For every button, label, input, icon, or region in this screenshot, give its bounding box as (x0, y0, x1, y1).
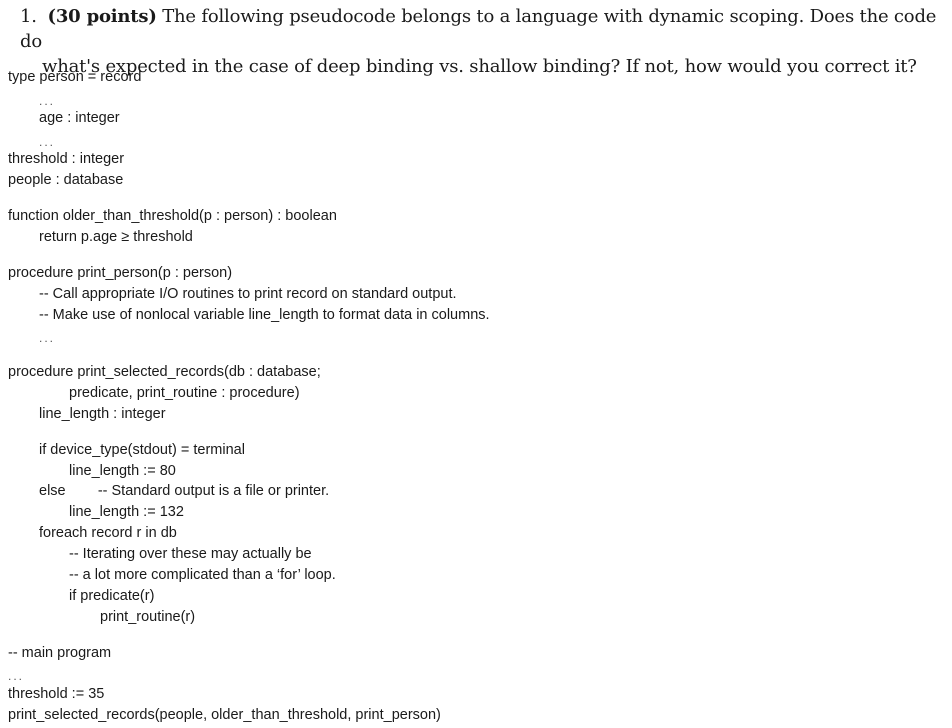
code-line-params: predicate, print_routine : procedure) (69, 385, 300, 401)
question-number: 1. (20, 6, 37, 27)
code-line-line-length-decl: line_length : integer (39, 406, 166, 422)
question-points: (30 points) (47, 6, 157, 27)
code-line-age: age : integer (39, 110, 120, 126)
code-line-procedure-print-selected-records: procedure print_selected_records(db : da… (8, 364, 321, 380)
question-text-line-2: what's expected in the case of deep bind… (42, 56, 917, 77)
code-line-comment: -- Make use of nonlocal variable line_le… (39, 307, 490, 323)
code-line-function-older-than-threshold: function older_than_threshold(p : person… (8, 208, 337, 224)
code-line-if-device-type: if device_type(stdout) = terminal (39, 442, 245, 458)
code-line-ellipsis: ... (39, 331, 56, 345)
question-line-2: what's expected in the case of deep bind… (20, 54, 950, 79)
code-line-procedure-print-person: procedure print_person(p : person) (8, 265, 233, 281)
code-line-comment: -- Call appropriate I/O routines to prin… (39, 286, 457, 302)
code-line-main-call: print_selected_records(people, older_tha… (8, 707, 441, 723)
code-line-if-predicate: if predicate(r) (69, 588, 155, 604)
code-line-threshold-decl: threshold : integer (8, 151, 125, 167)
code-line-line-length-80: line_length := 80 (69, 463, 176, 479)
code-line-ellipsis: ... (8, 669, 25, 683)
code-line-line-length-132: line_length := 132 (69, 504, 184, 520)
code-line-type-person: type person = record (8, 69, 142, 85)
question-line-1: 1. (30 points) The following pseudocode … (20, 4, 950, 54)
code-line-ellipsis: ... (39, 94, 56, 108)
code-line-main-program-comment: -- main program (8, 645, 112, 661)
code-line-comment: -- a lot more complicated than a ‘for’ l… (69, 567, 336, 583)
code-line-print-routine-call: print_routine(r) (100, 609, 196, 625)
question-text-line-1: The following pseudocode belongs to a la… (20, 6, 937, 52)
code-line-people-decl: people : database (8, 172, 124, 188)
code-line-else: else -- Standard output is a file or pri… (39, 483, 330, 499)
code-line-threshold-assign: threshold := 35 (8, 686, 105, 702)
code-line-ellipsis: ... (39, 135, 56, 149)
code-line-return: return p.age ≥ threshold (39, 229, 193, 245)
question-prompt: 1. (30 points) The following pseudocode … (20, 4, 950, 79)
code-line-comment: -- Iterating over these may actually be (69, 546, 312, 562)
code-line-foreach: foreach record r in db (39, 525, 177, 541)
